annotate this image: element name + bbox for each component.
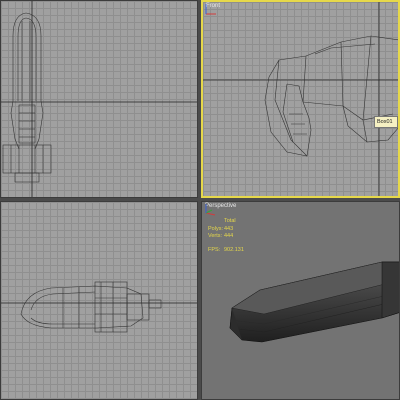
perspective-render	[229, 261, 399, 343]
front-wireframe	[203, 2, 398, 196]
object-name-tooltip: Box01	[374, 116, 398, 128]
viewport-front[interactable]: Front Box01	[201, 0, 400, 198]
object-top-outline	[2, 12, 52, 183]
object-left-outline	[20, 281, 162, 333]
top-wireframe	[1, 1, 197, 197]
viewport-layout: Front Box01 Perspective Total Polys: 443…	[0, 0, 400, 400]
left-wireframe	[1, 281, 197, 333]
axis-gizmo-icon	[205, 204, 216, 216]
viewport-left[interactable]	[0, 201, 198, 400]
viewport-top[interactable]	[0, 0, 198, 198]
shaded-object	[229, 261, 399, 343]
viewport-perspective[interactable]: Perspective Total Polys: 443 Verts: 444 FP…	[201, 201, 400, 400]
axis-gizmo-icon	[205, 4, 216, 15]
